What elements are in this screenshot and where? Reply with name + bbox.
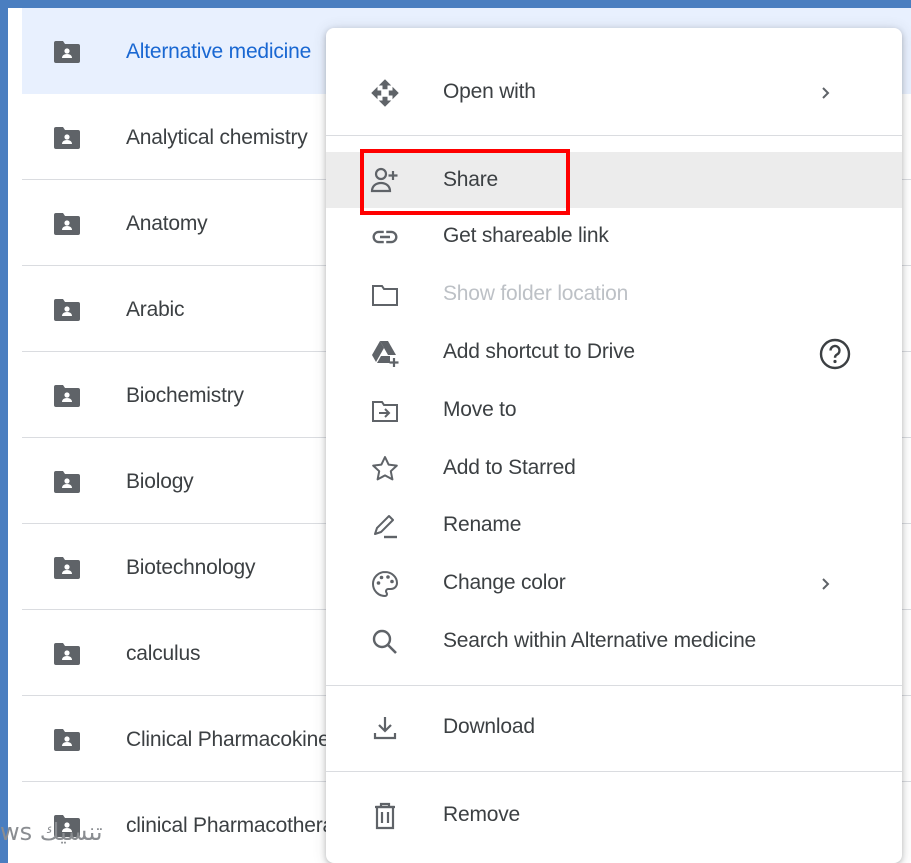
shared-folder-icon [54,729,80,751]
menu-item-search-within[interactable]: Search within Alternative medicine [326,613,902,669]
folder-name: Arabic [126,298,185,321]
menu-item-download[interactable]: Download [326,699,902,755]
shared-folder-icon [54,557,80,579]
shared-folder-icon [54,127,80,149]
menu-item-label: Open with [443,80,536,103]
shared-folder-icon [54,385,80,407]
menu-item-add-starred[interactable]: Add to Starred [326,440,902,496]
menu-item-get-link[interactable]: Get shareable link [326,208,902,264]
folder-name: Anatomy [126,212,208,235]
menu-item-rename[interactable]: Rename [326,497,902,553]
menu-divider [326,135,902,136]
drive-shortcut-icon [372,341,399,367]
menu-item-move-to[interactable]: Move to [326,382,902,438]
palette-icon [372,570,399,598]
drive-window: Alternative medicine Analytical chemistry… [8,8,911,863]
folder-name: Biochemistry [126,384,244,407]
menu-divider [326,771,902,772]
folder-name: Biology [126,470,194,493]
folder-name: calculus [126,642,201,665]
shared-folder-icon [54,41,80,63]
chevron-right-icon [822,578,830,590]
menu-item-label: Get shareable link [443,224,609,247]
help-icon[interactable] [818,337,852,371]
menu-item-label: Rename [443,513,522,536]
shared-folder-icon [54,299,80,321]
shared-folder-icon [54,471,80,493]
trash-icon [375,802,395,830]
menu-item-label: Add shortcut to Drive [443,340,635,363]
folder-name: clinical Pharmacotherapy [126,814,356,837]
menu-divider [326,685,902,686]
menu-item-label: Download [443,715,535,738]
menu-item-label: Add to Starred [443,456,576,479]
menu-item-open-with[interactable]: Open with [326,64,902,120]
menu-item-label: Search within Alternative medicine [443,629,757,652]
share-highlight-box [360,149,570,215]
move-arrows-icon [371,79,399,107]
menu-item-add-shortcut[interactable]: Add shortcut to Drive [326,324,902,380]
menu-item-label: Show folder location [443,282,629,305]
watermark: ws تنسيك [0,818,103,846]
folder-outline-icon [372,285,398,306]
link-icon [372,230,398,244]
menu-item-remove[interactable]: Remove [326,787,902,843]
pencil-icon [374,515,397,539]
shared-folder-icon [54,213,80,235]
folder-name: Biotechnology [126,556,256,579]
chevron-right-icon [822,87,830,99]
menu-item-label: Change color [443,571,566,594]
menu-item-change-color[interactable]: Change color [326,555,902,611]
download-icon [373,717,397,740]
menu-item-label: Move to [443,398,517,421]
folder-name: Alternative medicine [126,40,312,63]
menu-item-label: Remove [443,803,520,826]
star-outline-icon [372,456,398,481]
search-icon [372,629,397,654]
folder-name: Analytical chemistry [126,126,308,149]
menu-item-show-location: Show folder location [326,266,902,322]
move-to-folder-icon [372,401,398,422]
shared-folder-icon [54,643,80,665]
